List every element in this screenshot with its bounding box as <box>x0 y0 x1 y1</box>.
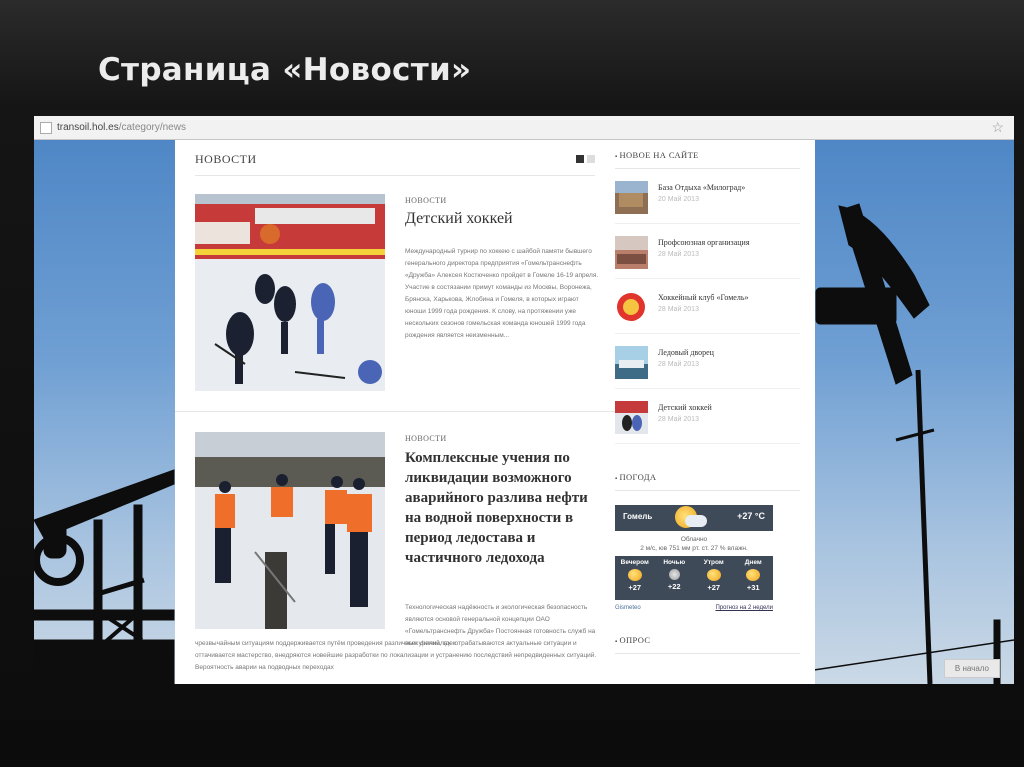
new-on-site-heading: НОВОЕ НА САЙТЕ <box>615 150 800 169</box>
back-to-top-button[interactable]: В начало <box>943 659 1000 678</box>
weather-temperature: +27 °C <box>737 511 765 521</box>
news-date: 28 Май 2013 <box>658 416 699 423</box>
sidebar: НОВОЕ НА САЙТЕ База Отдыха «Милоград» 20… <box>615 150 800 654</box>
news-thumbnail[interactable] <box>615 401 648 434</box>
news-page: НОВОСТИ НОВОСТИ Детский хоккей Междунаро… <box>175 140 815 684</box>
news-date: 28 Май 2013 <box>658 306 699 313</box>
news-date: 20 Май 2013 <box>658 196 699 203</box>
article-title[interactable]: Комплексные учения по ликвидации возможн… <box>405 448 600 568</box>
news-thumbnail[interactable] <box>615 236 648 269</box>
slide-title: Страница «Новости» <box>98 52 472 88</box>
sun-cloud-icon <box>627 569 642 581</box>
weather-brand-link[interactable]: Gismeteo <box>615 605 641 611</box>
website-screenshot: transoil.hol.es/category/news ☆ НОВОСТИ … <box>34 116 1014 684</box>
news-title[interactable]: Детский хоккей <box>658 403 712 412</box>
news-title[interactable]: Хоккейный клуб «Гомель» <box>658 293 748 302</box>
moon-icon <box>668 569 680 580</box>
news-header: НОВОСТИ <box>195 150 595 176</box>
forecast-day: Днем +31 <box>744 559 762 592</box>
article-category[interactable]: НОВОСТИ <box>405 434 447 443</box>
news-thumbnail[interactable] <box>615 181 648 214</box>
weather-details: 2 м/с, юв 751 мм рт. ст. 27 % влажн. <box>640 545 748 552</box>
page-title: НОВОСТИ <box>195 152 257 166</box>
page-icon <box>40 121 52 134</box>
weather-heading: ПОГОДА <box>615 472 800 491</box>
news-title[interactable]: Профсоюзная организация <box>658 238 750 247</box>
view-toggle[interactable] <box>576 155 595 163</box>
list-view-icon[interactable] <box>576 155 584 163</box>
cloud-icon <box>685 515 707 527</box>
article-title[interactable]: Детский хоккей <box>405 210 600 228</box>
sidebar-news-item[interactable]: Хоккейный клуб «Гомель» 28 Май 2013 <box>615 279 800 334</box>
weather-forecast: Вечером +27 Ночью +22 Утром +27 Днем +31 <box>615 556 773 600</box>
weather-widget[interactable]: Гомель +27 °C <box>615 505 773 531</box>
oil-spill-drill-photo[interactable] <box>195 432 385 629</box>
article-category[interactable]: НОВОСТИ <box>405 196 447 205</box>
news-title[interactable]: База Отдыха «Милоград» <box>658 183 745 192</box>
sidebar-news-item[interactable]: Ледовый дворец 28 Май 2013 <box>615 334 800 389</box>
weather-description: Облачно <box>680 536 708 543</box>
forecast-morning: Утром +27 <box>703 559 724 592</box>
weather-footer: Gismeteo Прогноз на 2 недели <box>615 605 773 611</box>
divider <box>175 411 615 412</box>
poll-heading: ОПРОС <box>615 635 800 654</box>
forecast-night: Ночью +22 <box>663 559 686 591</box>
grid-view-icon[interactable] <box>587 155 595 163</box>
weather-city: Гомель <box>623 512 653 521</box>
hockey-photo[interactable] <box>195 194 385 391</box>
sidebar-news-item[interactable]: Детский хоккей 28 Май 2013 <box>615 389 800 444</box>
article-card[interactable]: НОВОСТИ Комплексные учения по ликвидации… <box>195 432 596 684</box>
bookmark-star-icon[interactable]: ☆ <box>991 119 1004 136</box>
sun-cloud-icon <box>746 569 761 581</box>
sidebar-news-item[interactable]: Профсоюзная организация 28 Май 2013 <box>615 224 800 279</box>
news-thumbnail[interactable] <box>615 291 648 324</box>
two-week-forecast-link[interactable]: Прогноз на 2 недели <box>715 605 773 611</box>
article-card[interactable]: НОВОСТИ Детский хоккей Международный тур… <box>195 194 598 414</box>
sun-cloud-icon <box>706 569 721 581</box>
news-thumbnail[interactable] <box>615 346 648 379</box>
address-bar[interactable]: transoil.hol.es/category/news ☆ <box>34 116 1014 140</box>
news-date: 28 Май 2013 <box>658 251 699 258</box>
news-date: 28 Май 2013 <box>658 361 699 368</box>
forecast-evening: Вечером +27 <box>620 559 649 592</box>
article-excerpt-continued: чрезвычайным ситуациям поддерживается пу… <box>195 640 597 671</box>
news-title[interactable]: Ледовый дворец <box>658 348 714 357</box>
article-excerpt: Международный турнир по хоккею с шайбой … <box>405 248 599 339</box>
url-text[interactable]: transoil.hol.es/category/news <box>57 122 186 133</box>
sidebar-news-item[interactable]: База Отдыха «Милоград» 20 Май 2013 <box>615 169 800 224</box>
